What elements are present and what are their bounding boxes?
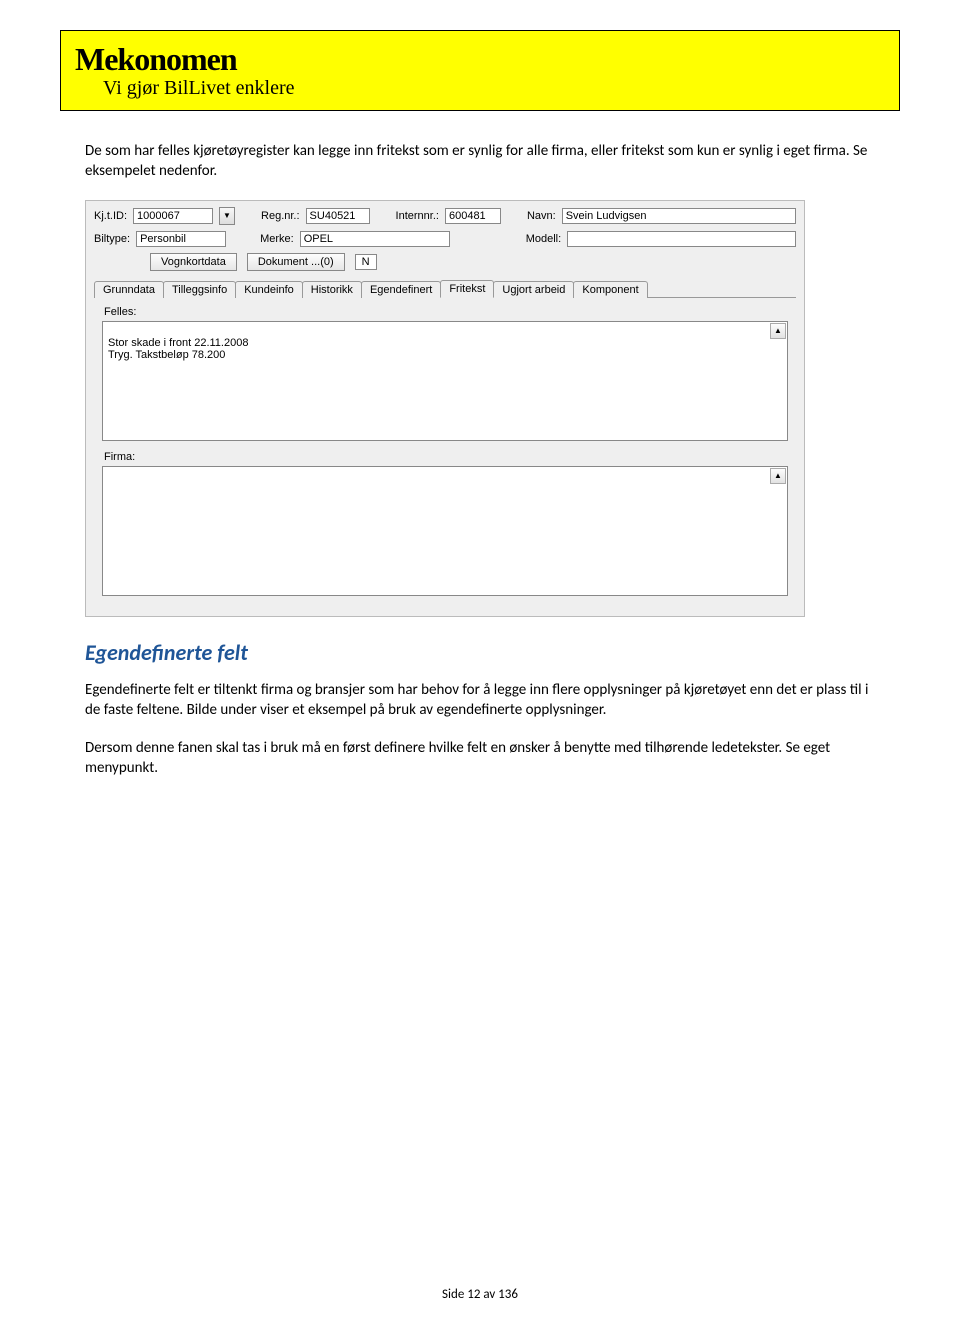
- section-heading: Egendefinerte felt: [85, 639, 875, 666]
- input-modell[interactable]: [567, 231, 796, 247]
- input-regnr[interactable]: SU40521: [306, 208, 370, 224]
- label-regnr: Reg.nr.:: [261, 210, 300, 222]
- textarea-felles-content: Stor skade i front 22.11.2008 Tryg. Taks…: [108, 337, 248, 361]
- label-firma: Firma:: [104, 451, 788, 463]
- input-n[interactable]: N: [355, 254, 377, 270]
- dropdown-kjtid-icon[interactable]: ▼: [219, 207, 235, 225]
- label-kjtid: Kj.t.ID:: [94, 210, 127, 222]
- label-modell: Modell:: [526, 233, 561, 245]
- tab-kundeinfo[interactable]: Kundeinfo: [235, 281, 303, 298]
- tab-grunndata[interactable]: Grunndata: [94, 281, 164, 298]
- tagline-text: Vi gjør BilLivet enklere: [75, 77, 885, 100]
- tab-tilleggsinfo[interactable]: Tilleggsinfo: [163, 281, 236, 298]
- tab-ugjort-arbeid[interactable]: Ugjort arbeid: [493, 281, 574, 298]
- label-biltype: Biltype:: [94, 233, 130, 245]
- logo-text: Mekonomen: [75, 43, 885, 75]
- button-vognkortdata[interactable]: Vognkortdata: [150, 253, 237, 271]
- label-navn: Navn:: [527, 210, 556, 222]
- label-felles: Felles:: [104, 306, 788, 318]
- intro-paragraph: De som har felles kjøretøyregister kan l…: [85, 141, 875, 182]
- tab-fritekst[interactable]: Fritekst: [440, 280, 494, 298]
- tab-komponent[interactable]: Komponent: [573, 281, 647, 298]
- label-merke: Merke:: [260, 233, 294, 245]
- paragraph-2: Egendefinerte felt er tiltenkt firma og …: [85, 680, 875, 721]
- textarea-firma[interactable]: ▲: [102, 466, 788, 596]
- input-biltype[interactable]: Personbil: [136, 231, 226, 247]
- input-navn[interactable]: Svein Ludvigsen: [562, 208, 796, 224]
- input-kjtid[interactable]: 1000067: [133, 208, 213, 224]
- app-window: Kj.t.ID: 1000067 ▼ Reg.nr.: SU40521 Inte…: [85, 200, 805, 617]
- tab-historikk[interactable]: Historikk: [302, 281, 362, 298]
- input-merke[interactable]: OPEL: [300, 231, 450, 247]
- textarea-felles[interactable]: Stor skade i front 22.11.2008 Tryg. Taks…: [102, 321, 788, 441]
- page-header: Mekonomen Vi gjør BilLivet enklere: [60, 30, 900, 111]
- page-footer: Side 12 av 136: [0, 1287, 960, 1302]
- tab-strip: Grunndata Tilleggsinfo Kundeinfo Histori…: [94, 279, 796, 298]
- paragraph-3: Dersom denne fanen skal tas i bruk må en…: [85, 738, 875, 779]
- button-dokument[interactable]: Dokument ...(0): [247, 253, 345, 271]
- scroll-up-icon-2[interactable]: ▲: [770, 468, 786, 484]
- tab-egendefinert[interactable]: Egendefinert: [361, 281, 441, 298]
- input-internnr[interactable]: 600481: [445, 208, 501, 224]
- scroll-up-icon[interactable]: ▲: [770, 323, 786, 339]
- label-internnr: Internnr.:: [396, 210, 439, 222]
